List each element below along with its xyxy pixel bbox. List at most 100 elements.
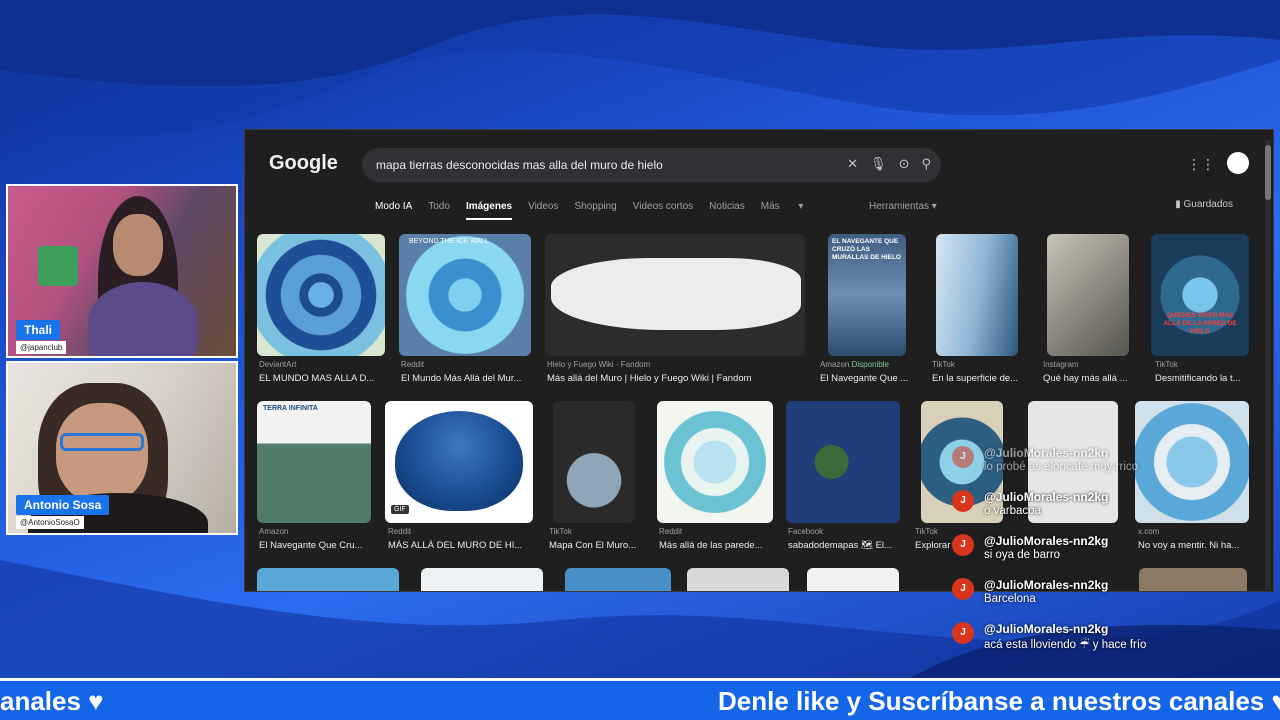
tab-videos[interactable]: Videos xyxy=(528,201,558,220)
globe-dome xyxy=(395,411,523,511)
image-result[interactable] xyxy=(936,234,1018,356)
result-source: Reddit xyxy=(401,360,425,369)
tab-modo-ia[interactable]: Modo IA xyxy=(375,201,412,220)
image-result[interactable] xyxy=(807,568,899,591)
result-source: TikTok xyxy=(932,360,955,369)
saved-button[interactable]: ▮ Guardados xyxy=(1175,199,1233,210)
clear-icon[interactable]: ✕ xyxy=(847,156,858,172)
tab-mas-label: Más xyxy=(760,201,780,212)
webcam-handle-label: @AntonioSosaO xyxy=(16,516,84,529)
live-chat-overlay: J @JulioMorales-nn2kg lo probé as elonca… xyxy=(950,440,1270,660)
account-avatar[interactable] xyxy=(1227,152,1249,174)
search-query: mapa tierras desconocidas mas alla del m… xyxy=(376,158,663,172)
image-result[interactable]: EL NAVEGANTE QUE CRUZÓ LAS MURALLAS DE H… xyxy=(828,234,906,356)
scrollbar-thumb[interactable] xyxy=(1265,145,1271,200)
chat-text: Barcelona xyxy=(984,593,1036,605)
chat-message: J @JulioMorales-nn2kg o varbacoa xyxy=(950,484,1270,528)
webcam-name-label: Antonio Sosa xyxy=(16,495,110,515)
webcam-handle-label: @japanclub xyxy=(16,341,67,354)
image-result[interactable]: QUIENES VIVEN MÁS ALLÁ DE LA PARED DE HI… xyxy=(1151,234,1249,356)
chat-avatar: J xyxy=(952,446,974,468)
scrolling-ticker: anales ♥ Denle like y Suscríbanse a nues… xyxy=(0,678,1280,720)
tab-shopping[interactable]: Shopping xyxy=(574,201,616,220)
result-caption[interactable]: MÁS ALLÁ DEL MURO DE HI... xyxy=(388,540,534,551)
image-result[interactable] xyxy=(421,568,543,591)
image-result[interactable] xyxy=(545,234,805,356)
chat-text: o varbacoa xyxy=(984,505,1041,517)
chat-username: @JulioMorales-nn2kg xyxy=(984,534,1109,548)
result-source: Facebook xyxy=(788,527,824,536)
chat-avatar: J xyxy=(952,578,974,600)
chat-username: @JulioMorales-nn2kg xyxy=(984,446,1109,460)
result-source: Instagram xyxy=(1043,360,1079,369)
chat-message: J @JulioMorales-nn2kg Barcelona xyxy=(950,572,1270,616)
image-result[interactable] xyxy=(257,568,399,591)
image-result[interactable]: BEYOND THE ICE WALL xyxy=(399,234,531,356)
tab-mas[interactable]: Más ▾ xyxy=(761,201,804,220)
search-box-icons: ✕ 🎙 ⊙ ⚲ xyxy=(847,156,931,172)
image-result[interactable] xyxy=(565,568,671,591)
tools-button[interactable]: Herramientas ▾ xyxy=(869,201,937,212)
result-caption[interactable]: EL MUNDO MAS ALLA D... xyxy=(259,373,385,384)
result-caption[interactable]: Más allá de las parede... xyxy=(659,540,777,551)
gif-badge: GIF xyxy=(391,505,409,514)
chat-username: @JulioMorales-nn2kg xyxy=(984,578,1109,592)
search-input[interactable]: mapa tierras desconocidas mas alla del m… xyxy=(362,148,941,182)
person-shirt xyxy=(88,282,198,356)
tab-imagenes[interactable]: Imágenes xyxy=(465,201,513,220)
image-result[interactable] xyxy=(553,401,635,523)
tab-todo[interactable]: Todo xyxy=(428,201,450,220)
shelf-decor xyxy=(38,246,78,286)
search-icon[interactable]: ⚲ xyxy=(921,156,931,172)
chat-avatar: J xyxy=(952,490,974,512)
result-source: Amazon Disponible xyxy=(820,360,889,369)
result-source: TikTok xyxy=(915,527,938,536)
result-source-name: Amazon xyxy=(820,360,850,369)
apps-grid-icon[interactable]: ⋮⋮ xyxy=(1187,156,1215,173)
result-caption[interactable]: Más allá del Muro | Hielo y Fuego Wiki |… xyxy=(547,373,807,384)
image-result[interactable] xyxy=(657,401,773,523)
map-illustration xyxy=(551,258,801,330)
microphone-icon[interactable]: 🎙 xyxy=(870,156,887,172)
tab-noticias[interactable]: Noticias xyxy=(709,201,745,220)
image-result[interactable] xyxy=(786,401,900,523)
result-source: Reddit xyxy=(659,527,683,536)
chat-avatar: J xyxy=(952,622,974,644)
tab-videos-cortos[interactable]: Videos cortos xyxy=(633,201,693,220)
result-caption[interactable]: Desmitificando la t... xyxy=(1155,373,1251,384)
lens-icon[interactable]: ⊙ xyxy=(899,156,910,172)
result-caption[interactable]: En la superficie de... xyxy=(932,373,1028,384)
webcam-name-label: Thali xyxy=(16,320,61,340)
image-result[interactable]: GIF xyxy=(385,401,533,523)
chat-message: J @JulioMorales-nn2kg acá esta lloviendo… xyxy=(950,616,1270,660)
chat-text: si oya de barro xyxy=(984,549,1061,561)
google-logo[interactable]: Google xyxy=(269,152,338,175)
result-source: Amazon xyxy=(259,527,289,536)
glasses-frame xyxy=(60,433,144,451)
webcam-antonio: Antonio Sosa @AntonioSosaO xyxy=(6,361,238,535)
result-caption[interactable]: El Navegante Que ... xyxy=(820,373,920,384)
image-result[interactable]: TERRA INFINITA xyxy=(257,401,371,523)
webcam-thali: Thali @japanclub xyxy=(6,184,238,358)
image-result[interactable] xyxy=(257,234,385,356)
thumb-title: EL NAVEGANTE QUE CRUZÓ LAS MURALLAS DE H… xyxy=(832,238,901,261)
result-caption[interactable]: El Navegante Que Cru... xyxy=(259,540,377,551)
result-caption[interactable]: Mapa Con El Muro... xyxy=(549,540,649,551)
result-source: DeviantArt xyxy=(259,360,297,369)
image-result[interactable] xyxy=(687,568,789,591)
ticker-text-left: anales ♥ xyxy=(0,686,104,716)
result-source: Hielo y Fuego Wiki · Fandom xyxy=(547,360,651,369)
result-caption[interactable]: sabadodemapas 🗺 El... xyxy=(788,540,902,551)
result-source: TikTok xyxy=(549,527,572,536)
image-result[interactable] xyxy=(1047,234,1129,356)
saved-label: Guardados xyxy=(1183,199,1233,210)
result-caption[interactable]: El Mundo Más Allá del Mur... xyxy=(401,373,531,384)
chat-text: acá esta lloviendo ☔ y hace frío xyxy=(984,639,1147,651)
thumb-title: BEYOND THE ICE WALL xyxy=(409,238,489,245)
chat-avatar: J xyxy=(952,534,974,556)
chat-username: @JulioMorales-nn2kg xyxy=(984,622,1109,636)
result-source: TikTok xyxy=(1155,360,1178,369)
result-caption[interactable]: Qué hay más allá ... xyxy=(1043,373,1139,384)
ticker-text-right: Denle like y Suscríbanse a nuestros cana… xyxy=(718,686,1280,716)
tools-label: Herramientas xyxy=(869,201,930,212)
